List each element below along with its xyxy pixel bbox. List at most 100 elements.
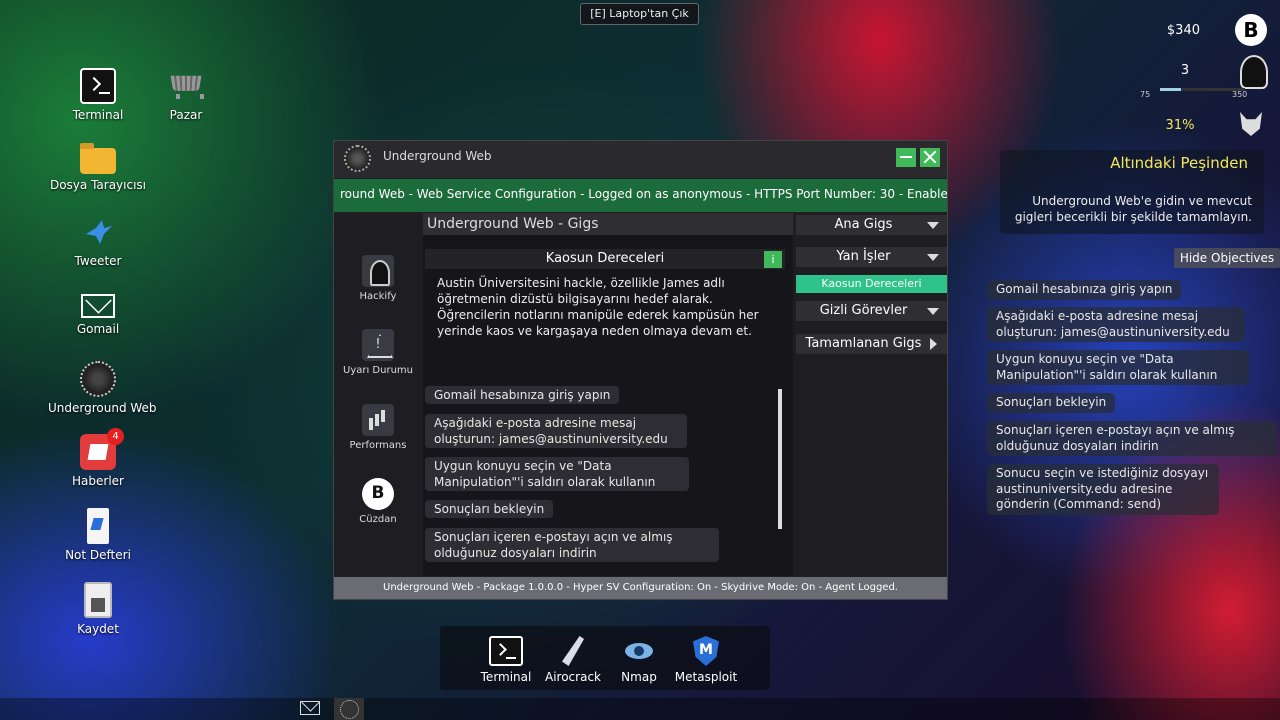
nav-label: Hackify bbox=[359, 291, 397, 302]
dock-airocrack[interactable]: Airocrack bbox=[538, 636, 608, 684]
terminal-icon bbox=[80, 68, 116, 104]
hacker-icon bbox=[362, 255, 394, 287]
desktop-underground-web[interactable]: Underground Web bbox=[48, 361, 157, 415]
objective-item: Sonuçları içeren e-postayı açın ve almış… bbox=[987, 421, 1277, 456]
desktop-icon-label: Kaydet bbox=[77, 622, 119, 636]
bird-icon bbox=[80, 214, 116, 250]
dock-label: Terminal bbox=[480, 670, 532, 684]
objective-title: Altındaki Peşinden bbox=[1110, 154, 1248, 172]
eye-icon bbox=[622, 636, 656, 666]
close-button[interactable] bbox=[920, 148, 940, 167]
gig-description: Austin Üniversitesini hackle, özellikle … bbox=[437, 276, 759, 338]
desktop-icon-label: Tweeter bbox=[74, 254, 122, 268]
task-list[interactable]: Gomail hesabınıza giriş yapın Aşağıdaki … bbox=[423, 383, 793, 576]
subcategory-selected[interactable]: Kaosun Dereceleri bbox=[796, 275, 947, 293]
objective-item: Uygun konuyu seçin ve "Data Manipulation… bbox=[987, 350, 1249, 385]
content-header: Underground Web - Gigs bbox=[423, 213, 793, 235]
desktop-market[interactable]: Pazar bbox=[136, 68, 236, 122]
currency-icon: B bbox=[1235, 14, 1267, 46]
dock-metasploit[interactable]: Metasploit bbox=[671, 636, 741, 684]
category-label: Yan İşler bbox=[836, 249, 891, 264]
underground-web-logo-icon bbox=[344, 145, 371, 172]
window-title: Underground Web bbox=[383, 149, 492, 163]
desktop-icon-label: Terminal bbox=[72, 108, 124, 122]
dock-terminal[interactable]: Terminal bbox=[471, 636, 541, 684]
objective-description: Underground Web'e gidin ve mevcut gigler… bbox=[1014, 194, 1252, 224]
desktop-file-browser[interactable]: Dosya Tarayıcısı bbox=[48, 142, 148, 192]
underground-web-window: Underground Web round Web - Web Service … bbox=[333, 140, 948, 600]
info-button[interactable]: i bbox=[764, 251, 782, 268]
gig-content: Underground Web - Gigs Kaosun Dereceleri… bbox=[423, 213, 793, 576]
chevron-right-icon bbox=[930, 338, 937, 350]
marquee-text: round Web - Web Service Configuration - … bbox=[340, 187, 947, 201]
dock-nmap[interactable]: Nmap bbox=[604, 636, 674, 684]
mail-icon bbox=[81, 294, 115, 318]
gig-categories: Ana Gigs Yan İşler Kaosun Dereceleri Giz… bbox=[794, 213, 947, 576]
nav-performance[interactable]: Performans bbox=[334, 404, 422, 451]
nav-wallet[interactable]: Cüzdan bbox=[334, 478, 422, 525]
nav-label: Cüzdan bbox=[359, 514, 397, 525]
task-item: Aşağıdaki e-posta adresine mesaj oluştur… bbox=[425, 414, 687, 448]
desktop-terminal[interactable]: Terminal bbox=[48, 68, 148, 122]
airocrack-icon bbox=[556, 636, 590, 666]
chart-icon bbox=[362, 404, 394, 436]
chevron-down-icon bbox=[927, 222, 939, 229]
dock-label: Nmap bbox=[621, 670, 657, 684]
category-label: Ana Gigs bbox=[834, 217, 893, 232]
web-icon bbox=[80, 361, 116, 397]
dock-label: Airocrack bbox=[545, 670, 601, 684]
money-display: $340 bbox=[1166, 23, 1200, 38]
window-titlebar[interactable]: Underground Web bbox=[334, 141, 947, 178]
desktop-notepad[interactable]: Not Defteri bbox=[48, 508, 148, 562]
task-item: Sonuçları içeren e-postayı açın ve almış… bbox=[425, 528, 719, 562]
category-label: Gizli Görevler bbox=[819, 303, 908, 318]
hide-objectives-button[interactable]: Hide Objectives bbox=[1174, 248, 1280, 268]
status-marquee: round Web - Web Service Configuration - … bbox=[334, 179, 947, 212]
xp-min-label: 75 bbox=[1140, 90, 1151, 99]
desktop-icon-label: Haberler bbox=[72, 474, 124, 488]
desktop-tweeter[interactable]: Tweeter bbox=[48, 214, 148, 268]
task-item: Gomail hesabınıza giriş yapın bbox=[425, 386, 620, 404]
category-side-jobs[interactable]: Yan İşler bbox=[796, 247, 947, 267]
gig-title: Kaosun Dereceleri bbox=[425, 249, 785, 269]
chevron-down-icon bbox=[927, 308, 939, 315]
category-completed-gigs[interactable]: Tamamlanan Gigs bbox=[796, 334, 947, 354]
window-status-bar: Underground Web - Package 1.0.0.0 - Hype… bbox=[334, 577, 947, 599]
desktop-news[interactable]: 4 Haberler bbox=[48, 428, 148, 488]
wolf-icon bbox=[1238, 110, 1266, 140]
category-main-gigs[interactable]: Ana Gigs bbox=[796, 215, 947, 235]
objective-item: Sonuçları bekleyin bbox=[987, 393, 1116, 413]
notepad-icon bbox=[87, 508, 109, 544]
desktop-icon-label: Underground Web bbox=[48, 401, 157, 415]
save-icon bbox=[84, 582, 112, 618]
xp-progress-fill bbox=[1160, 88, 1182, 91]
task-item: Sonuçları bekleyin bbox=[425, 500, 554, 518]
desktop-icon-label: Pazar bbox=[169, 108, 203, 122]
desktop-gomail[interactable]: Gomail bbox=[48, 288, 148, 336]
taskbar-underground-web-icon[interactable] bbox=[334, 698, 364, 720]
news-icon: 4 bbox=[80, 428, 124, 470]
minimize-button[interactable] bbox=[896, 148, 916, 167]
desktop-save[interactable]: Kaydet bbox=[48, 582, 148, 636]
objective-item: Sonucu seçin ve istediğiniz dosyayı aust… bbox=[987, 464, 1219, 515]
cart-icon bbox=[168, 68, 204, 104]
app-dock: Terminal Airocrack Nmap Metasploit bbox=[440, 626, 770, 690]
nav-alert-status[interactable]: Uyarı Durumu bbox=[334, 329, 422, 376]
nav-hackify[interactable]: Hackify bbox=[334, 255, 422, 302]
exit-laptop-hint: [E] Laptop'tan Çık bbox=[580, 3, 699, 25]
objective-panel: Altındaki Peşinden Underground Web'e gid… bbox=[1000, 150, 1264, 234]
scrollbar[interactable] bbox=[778, 389, 782, 529]
percent-display: 31% bbox=[1165, 118, 1195, 133]
left-nav: Hackify Uyarı Durumu Performans Cüzdan bbox=[334, 213, 422, 576]
task-item: Uygun konuyu seçin ve "Data Manipulation… bbox=[425, 457, 689, 491]
desktop-icon-label: Gomail bbox=[76, 322, 120, 336]
terminal-icon bbox=[489, 636, 523, 666]
objective-item: Aşağıdaki e-posta adresine mesaj oluştur… bbox=[987, 307, 1245, 342]
category-secret-missions[interactable]: Gizli Görevler bbox=[796, 301, 947, 321]
xp-max-label: 350 bbox=[1232, 90, 1248, 99]
hacker-icon bbox=[1238, 55, 1268, 89]
shield-icon bbox=[689, 636, 723, 666]
chevron-down-icon bbox=[927, 254, 939, 261]
taskbar-mail-icon[interactable] bbox=[300, 701, 320, 715]
notification-badge: 4 bbox=[107, 428, 124, 445]
